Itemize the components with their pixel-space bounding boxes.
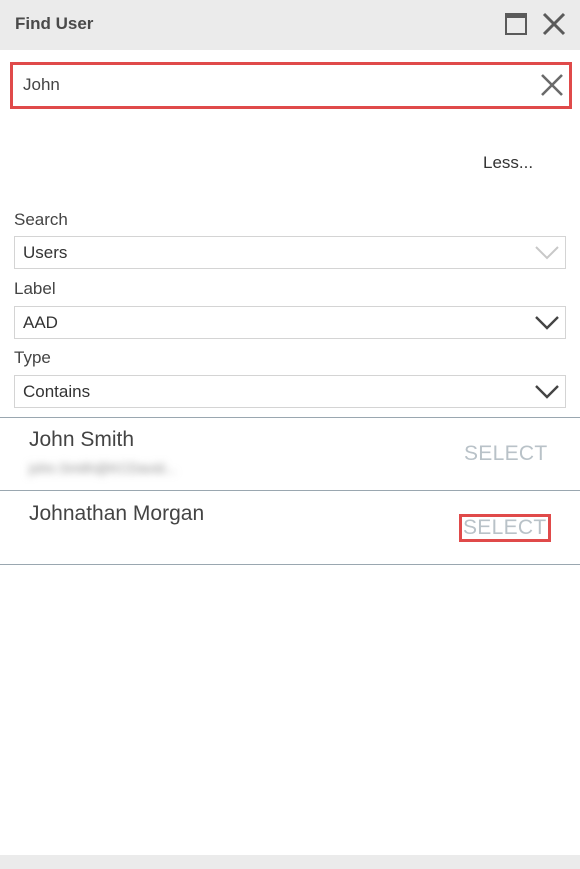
- select-user-button[interactable]: SELECT: [459, 514, 551, 542]
- close-icon[interactable]: [542, 12, 566, 36]
- search-field-label: Search: [14, 210, 68, 229]
- less-options-link[interactable]: Less...: [483, 153, 533, 173]
- chevron-down-icon: [535, 316, 559, 330]
- window-header: Find User: [0, 0, 580, 50]
- type-select[interactable]: Contains: [14, 375, 566, 408]
- search-type-value: Users: [23, 243, 68, 262]
- chevron-down-icon: [535, 385, 559, 399]
- label-field-label: Label: [14, 279, 56, 298]
- results-divider: [0, 417, 580, 418]
- clear-search-icon[interactable]: [541, 74, 563, 96]
- label-select[interactable]: AAD: [14, 306, 566, 339]
- select-user-button[interactable]: SELECT: [464, 442, 548, 466]
- results-divider: [0, 564, 580, 565]
- type-select-value: Contains: [23, 382, 91, 401]
- footer-bar: [0, 855, 580, 869]
- window-title: Find User: [15, 14, 94, 33]
- result-name: Johnathan Morgan: [29, 502, 205, 525]
- window-maximize-icon[interactable]: [505, 13, 527, 35]
- type-field-label: Type: [14, 348, 51, 367]
- label-select-value: AAD: [23, 313, 58, 332]
- results-divider: [0, 490, 580, 491]
- chevron-down-icon: [535, 246, 559, 260]
- search-box: [10, 62, 572, 109]
- result-email: john.Smith@KCDavid...: [29, 460, 177, 476]
- search-input[interactable]: [23, 69, 523, 101]
- search-type-select[interactable]: Users: [14, 236, 566, 269]
- result-name: John Smith: [29, 428, 135, 451]
